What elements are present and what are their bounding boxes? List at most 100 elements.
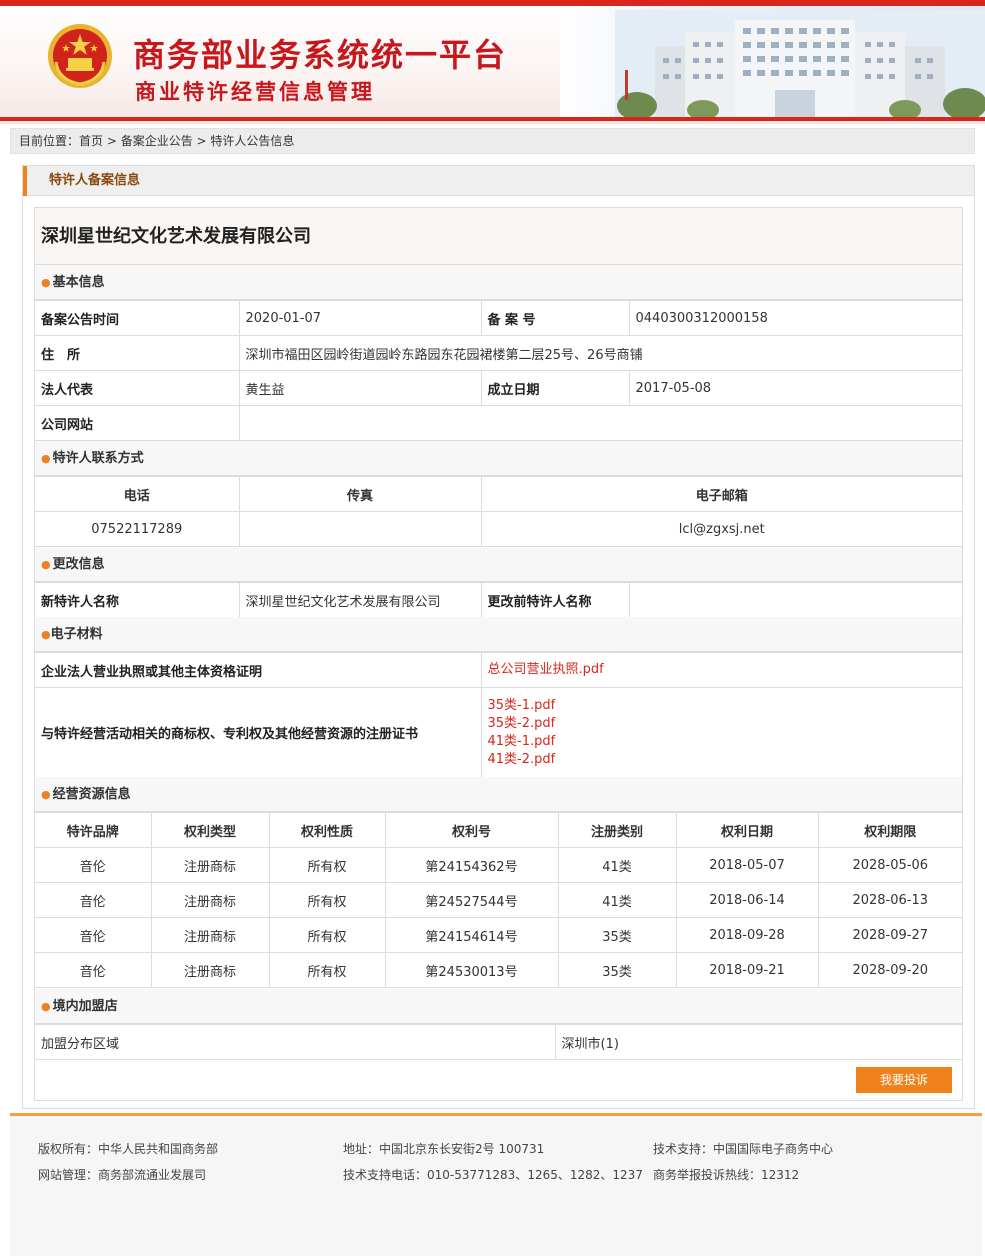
section-materials: ●电子材料	[35, 617, 962, 652]
table-row: 住 所 深圳市福田区园岭街道园岭东路园东花园裙楼第二层25号、26号商铺	[35, 335, 962, 371]
brand-cell: 音伦	[35, 917, 152, 953]
record-date-value: 2020-01-07	[238, 300, 482, 336]
section-title: 电子材料	[50, 627, 103, 642]
certificate-label: 与特许经营活动相关的商标权、专利权及其他经营资源的注册证书	[35, 687, 482, 778]
license-file-cell: 总公司营业执照.pdf	[480, 652, 963, 688]
system-subtitle: 商业特许经营信息管理	[135, 80, 375, 104]
footer: 版权所有：中华人民共和国商务部 地址：中国北京东长安街2号 100731 技术支…	[10, 1116, 982, 1256]
bullet-icon: ●	[41, 788, 51, 801]
license-file-link[interactable]: 总公司营业执照.pdf	[488, 661, 963, 679]
class-cell: 41类	[557, 882, 677, 918]
footer-address: 地址：中国北京东长安街2号 100731	[343, 1142, 545, 1156]
footer-tech-support: 技术支持：中国国际电子商务中心	[653, 1142, 834, 1156]
domestic-stores-table: 加盟分布区域 深圳市(1)	[35, 1024, 962, 1060]
column-header: 权利日期	[675, 812, 819, 848]
certificate-file-link[interactable]: 41类-1.pdf	[488, 733, 963, 751]
brand-cell: 音伦	[35, 882, 152, 918]
record-number-label: 备 案 号	[480, 300, 630, 336]
header-bottom-line	[0, 117, 985, 121]
breadcrumb-separator: >	[103, 134, 121, 148]
table-row: 企业法人营业执照或其他主体资格证明 总公司营业执照.pdf	[35, 652, 963, 688]
complain-button[interactable]: 我要投诉	[856, 1067, 952, 1093]
right-date-cell: 2018-09-21	[675, 952, 819, 988]
resources-table: 特许品牌 权利类型 权利性质 权利号 注册类别 权利日期 权利期限 音伦 注册商…	[35, 812, 962, 988]
fax-header: 传真	[238, 476, 482, 512]
table-row: 音伦 注册商标 所有权 第24527544号 41类 2018-06-14 20…	[35, 882, 962, 918]
breadcrumb-prefix: 目前位置：	[19, 134, 80, 148]
bullet-icon: ●	[41, 452, 51, 465]
bullet-icon: ●	[41, 1000, 51, 1013]
panel-title: 特许人备案信息	[49, 173, 141, 188]
class-cell: 35类	[557, 917, 677, 953]
right-type-cell: 注册商标	[150, 917, 270, 953]
table-row: 法人代表 黄生益 成立日期 2017-05-08	[35, 370, 962, 406]
phone-header: 电话	[35, 476, 240, 512]
email-header: 电子邮箱	[480, 476, 962, 512]
section-resources: ● 经营资源信息	[35, 777, 962, 812]
footer-site-admin: 网站管理：商务部流通业发展司	[38, 1168, 207, 1182]
founded-date-label: 成立日期	[480, 370, 630, 406]
section-title: 特许人联系方式	[52, 451, 144, 466]
materials-table: 企业法人营业执照或其他主体资格证明 总公司营业执照.pdf 与特许经营活动相关的…	[35, 652, 962, 778]
certificate-file-link[interactable]: 35类-1.pdf	[488, 697, 963, 715]
website-label: 公司网站	[35, 405, 240, 441]
table-row: 公司网站	[35, 405, 962, 441]
table-row: 新特许人名称 深圳星世纪文化艺术发展有限公司 更改前特许人名称	[35, 582, 962, 618]
section-title: 境内加盟店	[52, 999, 118, 1014]
region-value: 深圳市(1)	[554, 1024, 962, 1060]
ministry-building-image	[615, 10, 985, 118]
certificate-files-cell: 35类-1.pdf 35类-2.pdf 41类-1.pdf 41类-2.pdf	[480, 687, 963, 778]
table-row: 音伦 注册商标 所有权 第24530013号 35类 2018-09-21 20…	[35, 952, 962, 988]
header-banner: 商务部业务系统统一平台 商业特许经营信息管理	[0, 0, 985, 124]
legal-rep-value: 黄生益	[238, 370, 482, 406]
phone-value: 07522117289	[35, 511, 240, 547]
right-nature-cell: 所有权	[268, 882, 386, 918]
right-type-cell: 注册商标	[150, 952, 270, 988]
column-header: 权利性质	[268, 812, 386, 848]
panel-header: 特许人备案信息	[23, 166, 974, 196]
founded-date-value: 2017-05-08	[628, 370, 962, 406]
section-title: 经营资源信息	[52, 787, 131, 802]
basic-info-table: 备案公告时间 2020-01-07 备 案 号 0440300312000158…	[35, 300, 962, 441]
right-nature-cell: 所有权	[268, 847, 386, 883]
column-header: 权利类型	[150, 812, 270, 848]
column-header: 特许品牌	[35, 812, 152, 848]
detail-container: 深圳星世纪文化艺术发展有限公司 ● 基本信息 备案公告时间 2020-01-07 …	[34, 207, 963, 1101]
table-header-row: 电话 传真 电子邮箱	[35, 476, 962, 512]
table-row: 音伦 注册商标 所有权 第24154614号 35类 2018-09-28 20…	[35, 917, 962, 953]
region-label: 加盟分布区域	[35, 1024, 556, 1060]
section-title: 基本信息	[52, 275, 105, 290]
right-nature-cell: 所有权	[268, 952, 386, 988]
brand-cell: 音伦	[35, 847, 152, 883]
right-number-cell: 第24154614号	[384, 917, 559, 953]
column-header: 权利期限	[817, 812, 962, 848]
column-header: 注册类别	[557, 812, 677, 848]
breadcrumb-filing-companies-link[interactable]: 备案企业公告	[121, 134, 193, 148]
certificate-file-link[interactable]: 41类-2.pdf	[488, 751, 963, 769]
new-name-value: 深圳星世纪文化艺术发展有限公司	[238, 582, 482, 618]
brand-cell: 音伦	[35, 952, 152, 988]
contact-table: 电话 传真 电子邮箱 07522117289 lcl@zgxsj.net	[35, 476, 962, 547]
address-value: 深圳市福田区园岭街道园岭东路园东花园裙楼第二层25号、26号商铺	[238, 335, 962, 371]
section-change-info: ● 更改信息	[35, 547, 962, 582]
breadcrumb-home-link[interactable]: 首页	[79, 134, 103, 148]
right-term-cell: 2028-05-06	[817, 847, 962, 883]
bullet-icon: ●	[41, 558, 51, 571]
right-term-cell: 2028-06-13	[817, 882, 962, 918]
new-name-label: 新特许人名称	[35, 582, 240, 618]
right-number-cell: 第24527544号	[384, 882, 559, 918]
breadcrumb: 目前位置：首页 > 备案企业公告 > 特许人公告信息	[10, 128, 975, 154]
breadcrumb-current: 特许人公告信息	[210, 134, 295, 148]
change-info-table: 新特许人名称 深圳星世纪文化艺术发展有限公司 更改前特许人名称	[35, 582, 962, 618]
footer-tech-phone: 技术支持电话：010-53771283、1265、1282、1237	[343, 1168, 643, 1182]
breadcrumb-separator: >	[192, 134, 211, 148]
national-emblem-icon	[48, 24, 112, 88]
right-type-cell: 注册商标	[150, 847, 270, 883]
section-contact: ● 特许人联系方式	[35, 441, 962, 476]
right-type-cell: 注册商标	[150, 882, 270, 918]
certificate-file-link[interactable]: 35类-2.pdf	[488, 715, 963, 733]
class-cell: 41类	[557, 847, 677, 883]
record-number-value: 0440300312000158	[628, 300, 962, 336]
class-cell: 35类	[557, 952, 677, 988]
table-header-row: 特许品牌 权利类型 权利性质 权利号 注册类别 权利日期 权利期限	[35, 812, 962, 848]
